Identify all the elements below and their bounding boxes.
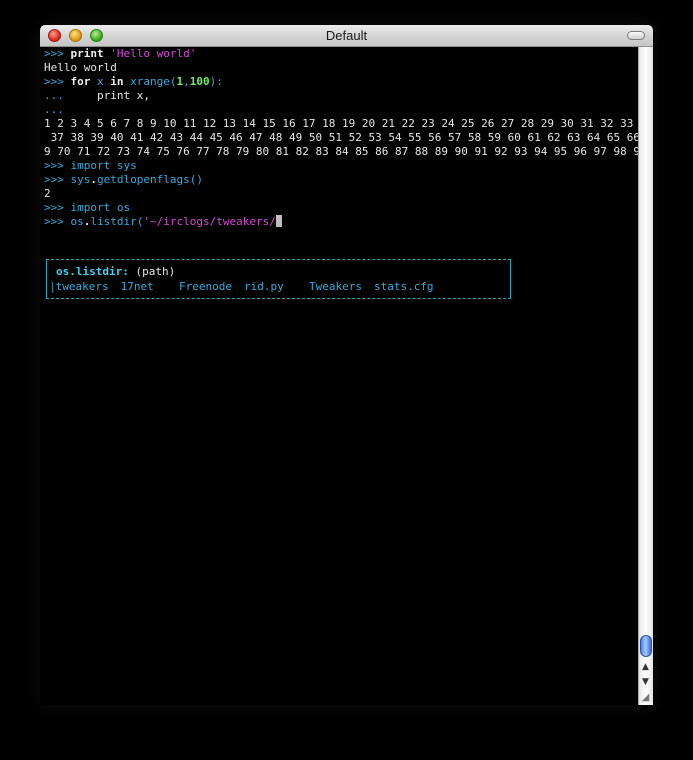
autocomplete-popup: os.listdir: (path) |tweakers 17net Freeno… bbox=[46, 259, 511, 299]
code-token: 2 bbox=[44, 187, 51, 200]
code-token: listdir( bbox=[90, 215, 144, 228]
signature-args: (path) bbox=[135, 265, 176, 278]
code-token: print x, bbox=[70, 89, 150, 102]
completion-item[interactable]: rid.py bbox=[244, 280, 284, 293]
prompt-marker: >>> bbox=[44, 159, 71, 172]
scroll-up-icon[interactable]: ▲ bbox=[639, 661, 652, 674]
prompt-marker: >>> bbox=[44, 173, 71, 186]
code-token: , bbox=[183, 75, 190, 88]
prompt-marker: >>> bbox=[44, 75, 71, 88]
signature-name: os.listdir: bbox=[56, 265, 129, 278]
code-token: x bbox=[97, 75, 111, 88]
prompt-marker: ... bbox=[44, 103, 71, 116]
prompt-marker: ... bbox=[44, 89, 71, 102]
terminal-line: 2 bbox=[44, 187, 638, 201]
code-token: os bbox=[70, 215, 84, 228]
terminal-line: ... bbox=[44, 103, 638, 117]
code-token: print bbox=[70, 47, 111, 60]
completion-item[interactable]: tweakers bbox=[56, 280, 109, 293]
vertical-scrollbar[interactable]: ▲ ▼ bbox=[638, 47, 653, 705]
code-token: for bbox=[70, 75, 97, 88]
title-bar[interactable]: Default bbox=[40, 25, 653, 47]
terminal-line: Hello world bbox=[44, 61, 638, 75]
completion-item[interactable]: 17net bbox=[121, 280, 154, 293]
terminal-line: >>> print 'Hello world' bbox=[44, 47, 638, 61]
completion-item[interactable]: stats.cfg bbox=[374, 280, 434, 293]
resize-grip-icon[interactable]: ◢ bbox=[638, 691, 653, 705]
window-title: Default bbox=[325, 28, 368, 43]
scrollbar-thumb[interactable] bbox=[640, 635, 652, 657]
prompt-marker: >>> bbox=[44, 47, 71, 60]
code-token: in bbox=[110, 75, 131, 88]
terminal-line: >>> import sys bbox=[44, 159, 638, 173]
code-token: 9 70 71 72 73 74 75 76 77 78 79 80 81 82… bbox=[44, 145, 638, 158]
terminal-line: 37 38 39 40 41 42 43 44 45 46 47 48 49 5… bbox=[44, 131, 638, 145]
completion-item[interactable]: Tweakers bbox=[296, 280, 362, 293]
terminal-line: 1 2 3 4 5 6 7 8 9 10 11 12 13 14 15 16 1… bbox=[44, 117, 638, 131]
code-token: getdlopenflags() bbox=[97, 173, 203, 186]
text-cursor bbox=[275, 215, 282, 227]
function-signature: os.listdir: (path) bbox=[56, 265, 175, 279]
code-token: import os bbox=[70, 201, 131, 214]
terminal-output[interactable]: >>> print 'Hello world' Hello world >>> fo… bbox=[40, 47, 638, 705]
code-token: ): bbox=[209, 75, 223, 88]
toolbar-toggle-button[interactable] bbox=[627, 31, 645, 40]
code-token: '~/irclogs/tweakers/ bbox=[143, 215, 276, 228]
terminal-line: >>> for x in xrange(1,100): bbox=[44, 75, 638, 89]
code-token: 100 bbox=[189, 75, 210, 88]
terminal-window: Default >>> print 'Hello world' Hello wor… bbox=[40, 25, 653, 705]
prompt-marker: >>> bbox=[44, 215, 71, 228]
terminal-line: >>> os.listdir('~/irclogs/tweakers/ bbox=[44, 215, 638, 229]
code-token: xrange( bbox=[130, 75, 177, 88]
popup-border-mark: | bbox=[49, 280, 56, 293]
code-token: 'Hello world' bbox=[110, 47, 197, 60]
scroll-down-icon[interactable]: ▼ bbox=[639, 676, 652, 689]
terminal-line: >>> import os bbox=[44, 201, 638, 215]
terminal-lines: >>> print 'Hello world' Hello world >>> fo… bbox=[44, 47, 638, 229]
completion-item[interactable]: Freenode bbox=[166, 280, 232, 293]
code-token: 37 38 39 40 41 42 43 44 45 46 47 48 49 5… bbox=[44, 131, 638, 144]
code-token: Hello world bbox=[44, 61, 117, 74]
code-token: sys bbox=[70, 173, 91, 186]
terminal-line: ... print x, bbox=[44, 89, 638, 103]
prompt-marker: >>> bbox=[44, 201, 71, 214]
code-token: 1 2 3 4 5 6 7 8 9 10 11 12 13 14 15 16 1… bbox=[44, 117, 638, 130]
terminal-line: >>> sys.getdlopenflags() bbox=[44, 173, 638, 187]
code-token: import sys bbox=[70, 159, 137, 172]
completion-list: |tweakers 17net Freenode rid.py Tweakers st… bbox=[49, 280, 446, 294]
terminal-line: 9 70 71 72 73 74 75 76 77 78 79 80 81 82… bbox=[44, 145, 638, 159]
code-token: . bbox=[90, 173, 97, 186]
